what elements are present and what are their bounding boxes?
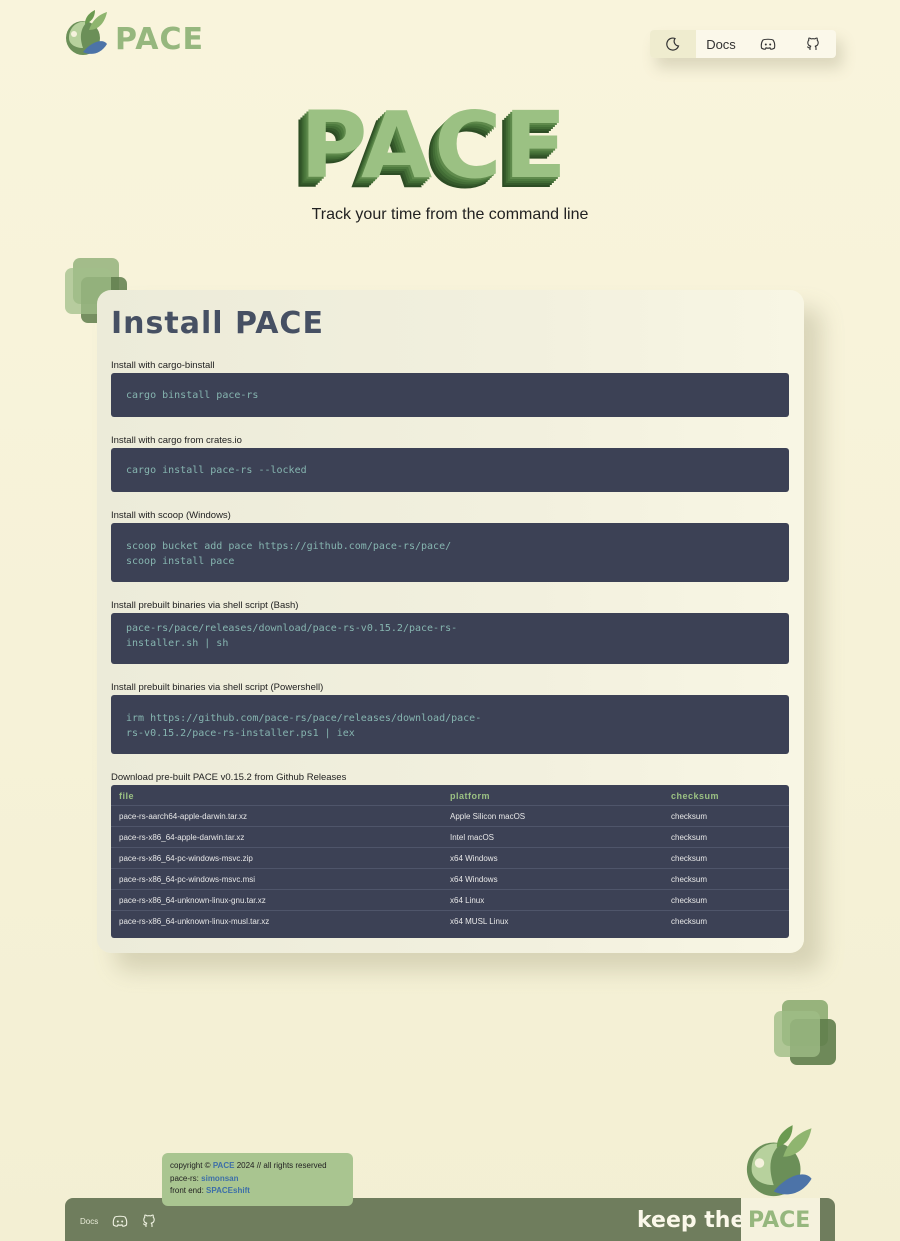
code-block[interactable]: pace-rs/pace/releases/download/pace-rs-v… <box>111 613 789 664</box>
code-block[interactable]: scoop bucket add pace https://github.com… <box>111 523 789 582</box>
platform-cell: Intel macOS <box>450 833 495 842</box>
hero-title: PACE <box>300 92 569 199</box>
table-row: pace-rs-x86_64-pc-windows-msvc.msi x64 W… <box>111 868 789 889</box>
decor-square <box>774 1011 820 1057</box>
install-label: Install with cargo from crates.io <box>111 435 242 446</box>
code-block[interactable]: irm https://github.com/pace-rs/pace/rele… <box>111 695 789 754</box>
checksum-link[interactable]: checksum <box>671 896 707 905</box>
leaf-logo-icon <box>746 1125 812 1197</box>
checksum-link[interactable]: checksum <box>671 875 707 884</box>
nav-github-link[interactable] <box>790 30 836 58</box>
downloads-table: file platform checksum pace-rs-aarch64-a… <box>111 785 789 938</box>
download-file-link[interactable]: pace-rs-x86_64-apple-darwin.tar.xz <box>119 833 244 842</box>
install-label: Install with scoop (Windows) <box>111 510 231 521</box>
download-file-link[interactable]: pace-rs-x86_64-pc-windows-msvc.zip <box>119 854 253 863</box>
hero-tagline: Track your time from the command line <box>311 206 589 223</box>
downloads-label: Download pre-built PACE v0.15.2 from Git… <box>111 772 347 783</box>
code-line: scoop bucket add pace https://github.com… <box>126 541 452 552</box>
pace-rs-author-link[interactable]: simonsan <box>201 1174 238 1183</box>
copyright-line: copyright © PACE 2024 // all rights rese… <box>170 1160 345 1173</box>
footer-docs-link[interactable]: Docs <box>80 1217 98 1226</box>
code-line: scoop install pace <box>126 556 235 567</box>
platform-cell: x64 Windows <box>450 854 498 863</box>
leaf-logo-icon <box>66 10 107 55</box>
code-line: cargo binstall pace-rs <box>126 390 259 401</box>
table-row: pace-rs-x86_64-pc-windows-msvc.zip x64 W… <box>111 847 789 868</box>
top-nav: Docs <box>650 30 836 58</box>
download-file-link[interactable]: pace-rs-x86_64-pc-windows-msvc.msi <box>119 875 255 884</box>
platform-cell: x64 Linux <box>450 896 485 905</box>
code-line: rs-v0.15.2/pace-rs-installer.ps1 | iex <box>126 728 355 739</box>
column-header-file: file <box>119 791 135 801</box>
platform-cell: x64 Windows <box>450 875 498 884</box>
table-row: pace-rs-x86_64-unknown-linux-gnu.tar.xz … <box>111 889 789 910</box>
pace-rs-credit: pace-rs: simonsan <box>170 1173 345 1186</box>
download-file-link[interactable]: pace-rs-x86_64-unknown-linux-gnu.tar.xz <box>119 896 266 905</box>
table-row: pace-rs-x86_64-apple-darwin.tar.xz Intel… <box>111 826 789 847</box>
table-header: file platform checksum <box>111 785 789 805</box>
github-icon <box>806 37 819 50</box>
copyright-suffix: 2024 // all rights reserved <box>236 1161 327 1170</box>
checksum-link[interactable]: checksum <box>671 812 707 821</box>
pace-rs-label: pace-rs: <box>170 1173 199 1183</box>
install-label: Install prebuilt binaries via shell scri… <box>111 600 299 611</box>
github-icon[interactable] <box>142 1214 156 1228</box>
nav-docs-link[interactable]: Docs <box>696 30 746 58</box>
credits-box: copyright © PACE 2024 // all rights rese… <box>162 1153 353 1206</box>
theme-toggle-button[interactable] <box>650 30 696 58</box>
footer-keep-the: keep the <box>637 1208 746 1233</box>
front-end-credit: front end: SPACEshift <box>170 1185 345 1198</box>
code-line: irm https://github.com/pace-rs/pace/rele… <box>126 713 482 724</box>
front-end-label: front end: <box>170 1186 204 1195</box>
platform-cell: x64 MUSL Linux <box>450 917 509 926</box>
footer-links: Docs <box>80 1214 156 1228</box>
brand-logo[interactable]: PACE <box>63 8 204 60</box>
checksum-link[interactable]: checksum <box>671 833 707 842</box>
code-block[interactable]: cargo install pace-rs --locked <box>111 448 789 492</box>
nav-discord-link[interactable] <box>746 30 790 58</box>
code-block[interactable]: cargo binstall pace-rs <box>111 373 789 417</box>
code-line: pace-rs/pace/releases/download/pace-rs-v… <box>126 623 458 634</box>
footer-pace: PACE <box>748 1208 811 1233</box>
moon-icon <box>666 37 680 51</box>
copyright-prefix: copyright © <box>170 1161 211 1170</box>
discord-icon[interactable] <box>112 1215 128 1227</box>
code-line: cargo install pace-rs --locked <box>126 465 307 476</box>
front-end-author-link[interactable]: SPACEshift <box>206 1186 250 1195</box>
table-row: pace-rs-aarch64-apple-darwin.tar.xz Appl… <box>111 805 789 826</box>
download-file-link[interactable]: pace-rs-aarch64-apple-darwin.tar.xz <box>119 812 247 821</box>
copyright-brand-link[interactable]: PACE <box>213 1161 235 1170</box>
discord-icon <box>760 38 776 50</box>
checksum-link[interactable]: checksum <box>671 854 707 863</box>
install-title: Install PACE <box>111 306 324 341</box>
install-label: Install with cargo-binstall <box>111 360 215 371</box>
column-header-platform: platform <box>450 791 490 801</box>
code-line: installer.sh | sh <box>126 638 229 649</box>
checksum-link[interactable]: checksum <box>671 917 707 926</box>
brand-name: PACE <box>115 21 204 57</box>
download-file-link[interactable]: pace-rs-x86_64-unknown-linux-musl.tar.xz <box>119 917 269 926</box>
platform-cell: Apple Silicon macOS <box>450 812 526 821</box>
column-header-checksum: checksum <box>671 791 720 801</box>
install-label: Install prebuilt binaries via shell scri… <box>111 682 324 693</box>
table-row: pace-rs-x86_64-unknown-linux-musl.tar.xz… <box>111 910 789 931</box>
